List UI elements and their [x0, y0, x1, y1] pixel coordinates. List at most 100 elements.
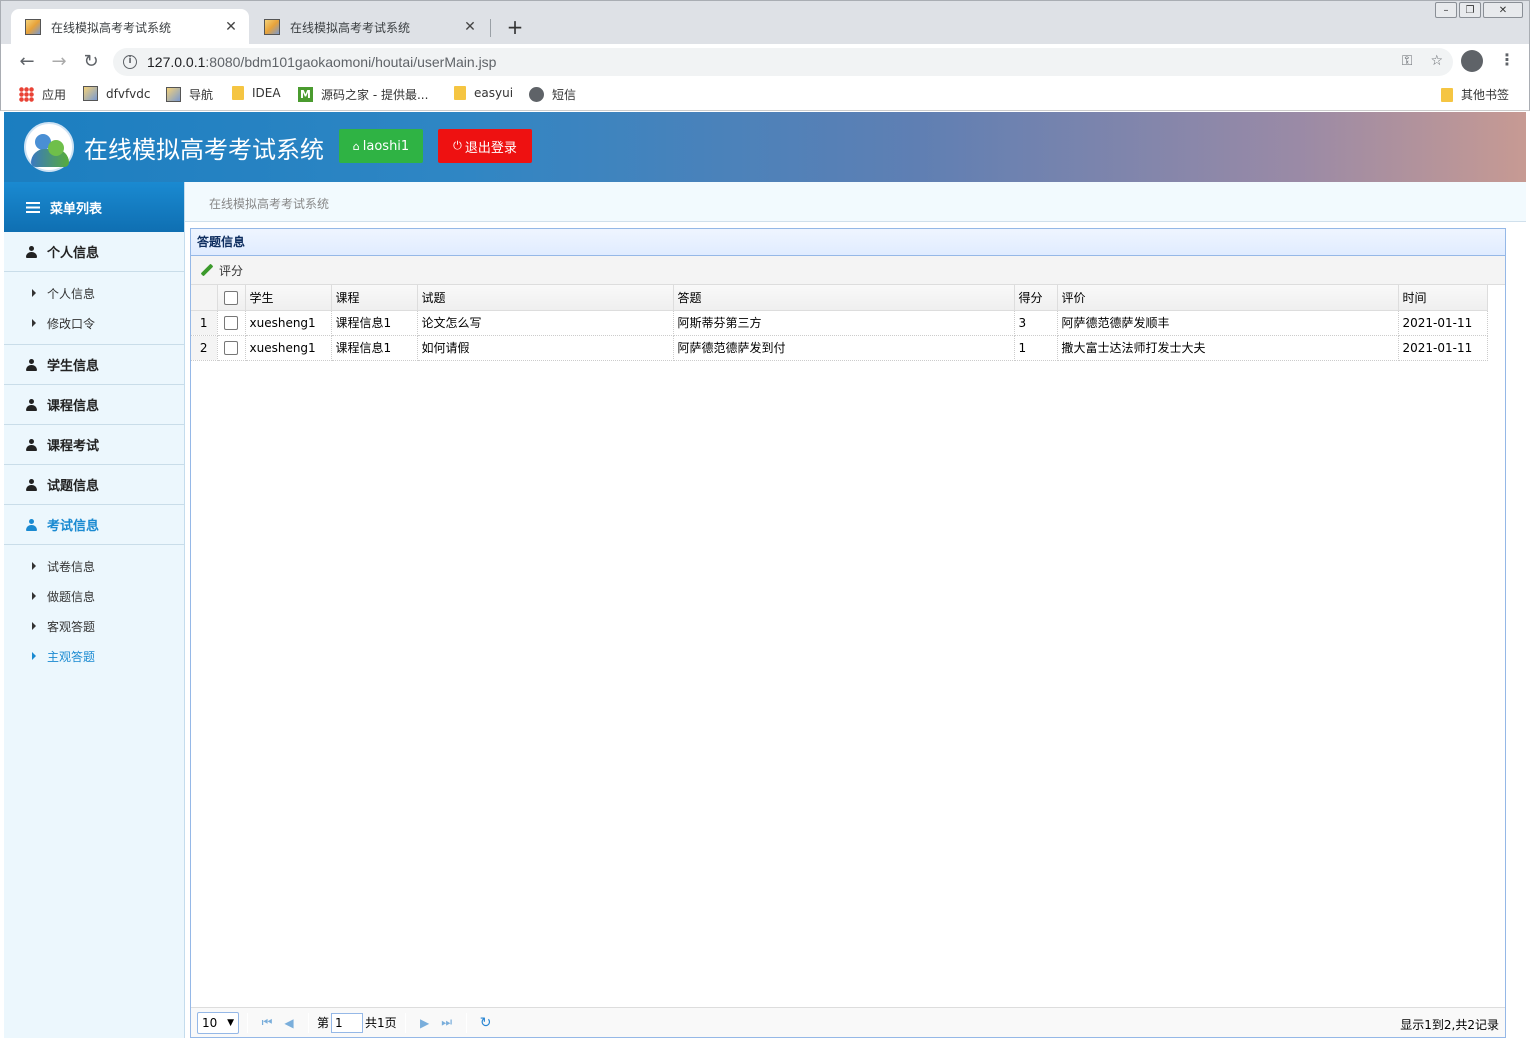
row-checkbox[interactable] [217, 335, 246, 361]
next-page-icon[interactable]: ▶ [414, 1016, 436, 1030]
page-total: 共1页 [365, 1016, 397, 1030]
bookmark-idea[interactable]: IDEA [232, 86, 281, 100]
site-info-icon[interactable]: i [123, 55, 137, 69]
column-header[interactable]: 试题 [417, 285, 674, 311]
sidebar-item-answering[interactable]: 做题信息 [4, 581, 184, 611]
close-tab-icon[interactable]: ✕ [462, 19, 478, 35]
column-header[interactable]: 学生 [245, 285, 332, 311]
pager-separator [308, 1012, 309, 1033]
cell-student: xuesheng1 [245, 310, 332, 336]
cell-question: 论文怎么写 [417, 310, 674, 336]
browser-tab[interactable]: 在线模拟高考考试系统 ✕ [250, 9, 488, 45]
bookmark-sms[interactable]: 短信 [529, 86, 576, 103]
sidebar-group-courses[interactable]: 课程信息 [4, 385, 184, 425]
page-icon [166, 87, 181, 102]
sidebar-item-change-password[interactable]: 修改口令 [4, 308, 184, 338]
panel-title: 答题信息 [191, 229, 1505, 256]
bookmarks-bar: 应用 dfvfvdc 导航 IDEA M 源码之家 - 提供最... easyui… [0, 80, 1530, 111]
row-number: 1 [191, 310, 218, 336]
folder-icon [454, 86, 466, 100]
answers-panel: 答题信息 评分 学生 课程 试题 答题 得分 评价 时间 1 xuesheng1… [190, 228, 1506, 1038]
caret-right-icon [32, 319, 36, 327]
caret-right-icon [32, 562, 36, 570]
cell-score: 3 [1014, 310, 1058, 336]
first-page-icon[interactable]: ⏮ [256, 1015, 278, 1030]
new-tab-icon[interactable]: + [504, 15, 526, 39]
sidebar-item-objective[interactable]: 客观答题 [4, 611, 184, 641]
user-icon [26, 398, 37, 411]
sidebar-item-subjective[interactable]: 主观答题 [4, 641, 184, 671]
browser-toolbar: ← → ↻ i 127.0.0.1:8080/bdm101gaokaomoni/… [0, 44, 1530, 80]
minimize-icon[interactable]: – [1435, 2, 1457, 18]
column-header[interactable]: 评价 [1057, 285, 1399, 311]
column-header[interactable]: 得分 [1014, 285, 1058, 311]
users-logo-icon [24, 122, 74, 172]
user-icon [26, 358, 37, 371]
bookmark-apps[interactable]: 应用 [19, 86, 66, 103]
sidebar-group-questions[interactable]: 试题信息 [4, 465, 184, 505]
tab-title: 在线模拟高考考试系统 [290, 20, 411, 35]
last-page-icon[interactable]: ⏭ [436, 1015, 458, 1030]
browser-menu-icon[interactable]: ⋮ [1499, 50, 1515, 69]
maximize-icon[interactable]: ❐ [1459, 2, 1481, 18]
row-number-header [191, 285, 218, 311]
caret-right-icon [32, 592, 36, 600]
key-icon[interactable]: ⚿ [1402, 53, 1413, 69]
user-icon [26, 245, 37, 258]
bookmark-other[interactable]: 其他书签 [1441, 86, 1509, 103]
table-row[interactable]: 1 xuesheng1 课程信息1 论文怎么写 阿斯蒂芬第三方 3 阿萨德范德萨… [191, 310, 1488, 336]
sidebar-group-course-exams[interactable]: 课程考试 [4, 425, 184, 465]
close-tab-icon[interactable]: ✕ [223, 19, 239, 35]
bookmark-easyui[interactable]: easyui [454, 86, 513, 100]
cell-question: 如何请假 [417, 335, 674, 361]
column-header[interactable]: 答题 [673, 285, 1015, 311]
user-icon [26, 438, 37, 451]
sidebar-group-exam-info[interactable]: 考试信息 [4, 505, 184, 545]
table-header-row: 学生 课程 试题 答题 得分 评价 时间 [191, 285, 1488, 311]
column-header[interactable]: 课程 [331, 285, 418, 311]
bookmark-yuanma[interactable]: M 源码之家 - 提供最... [298, 86, 428, 103]
refresh-icon[interactable]: ↻ [475, 1015, 497, 1031]
bookmark-dfvfvdc[interactable]: dfvfvdc [83, 86, 150, 101]
table-row[interactable]: 2 xuesheng1 课程信息1 如何请假 阿萨德范德萨发到付 1 撒大富士达… [191, 335, 1488, 361]
app-title: 在线模拟高考考试系统 [84, 136, 324, 164]
page-favicon-icon [264, 19, 280, 35]
column-header[interactable]: 时间 [1398, 285, 1488, 311]
prev-page-icon[interactable]: ◀ [278, 1016, 300, 1030]
bookmark-star-icon[interactable]: ☆ [1430, 53, 1443, 69]
caret-right-icon [32, 289, 36, 297]
cell-time: 2021-01-11 [1398, 310, 1488, 336]
address-bar[interactable]: i 127.0.0.1:8080/bdm101gaokaomoni/houtai… [113, 48, 1453, 76]
row-checkbox[interactable] [217, 310, 246, 336]
home-icon: ⌂ [352, 139, 360, 153]
cell-student: xuesheng1 [245, 335, 332, 361]
pager-info: 显示1到2,共2记录 [1400, 1018, 1499, 1032]
reload-icon[interactable]: ↻ [79, 50, 103, 74]
logout-button[interactable]: ⏻ 退出登录 [438, 129, 532, 163]
breadcrumb: 在线模拟高考考试系统 [209, 197, 330, 211]
folder-icon [1441, 87, 1453, 102]
page-number-input[interactable]: 1 [331, 1012, 364, 1033]
page-size-select[interactable]: 10 ▼ [197, 1011, 239, 1034]
pager-separator [404, 1012, 406, 1033]
close-window-icon[interactable]: ✕ [1483, 2, 1523, 18]
sidebar-item-personal-info[interactable]: 个人信息 [4, 278, 184, 308]
sidebar-item-papers[interactable]: 试卷信息 [4, 551, 184, 581]
grade-button[interactable]: 评分 [201, 262, 243, 279]
user-home-button[interactable]: ⌂ laoshi1 [339, 129, 423, 163]
bookmark-nav[interactable]: 导航 [166, 86, 213, 103]
tab-title: 在线模拟高考考试系统 [51, 20, 172, 35]
back-arrow-icon[interactable]: ← [15, 50, 39, 74]
page-favicon-icon [25, 19, 41, 35]
sidebar-group-personal[interactable]: 个人信息 [4, 232, 184, 272]
pencil-icon [201, 264, 213, 276]
cell-comment: 撒大富士达法师打发士大夫 [1057, 335, 1399, 361]
profile-avatar-icon[interactable] [1461, 50, 1483, 72]
forward-arrow-icon[interactable]: → [47, 50, 71, 74]
sidebar-group-students[interactable]: 学生信息 [4, 345, 184, 385]
select-all-checkbox[interactable] [217, 285, 246, 311]
cell-score: 1 [1014, 335, 1058, 361]
apps-icon [19, 87, 34, 102]
caret-right-icon [32, 652, 36, 660]
browser-tab-active[interactable]: 在线模拟高考考试系统 ✕ [11, 9, 249, 45]
